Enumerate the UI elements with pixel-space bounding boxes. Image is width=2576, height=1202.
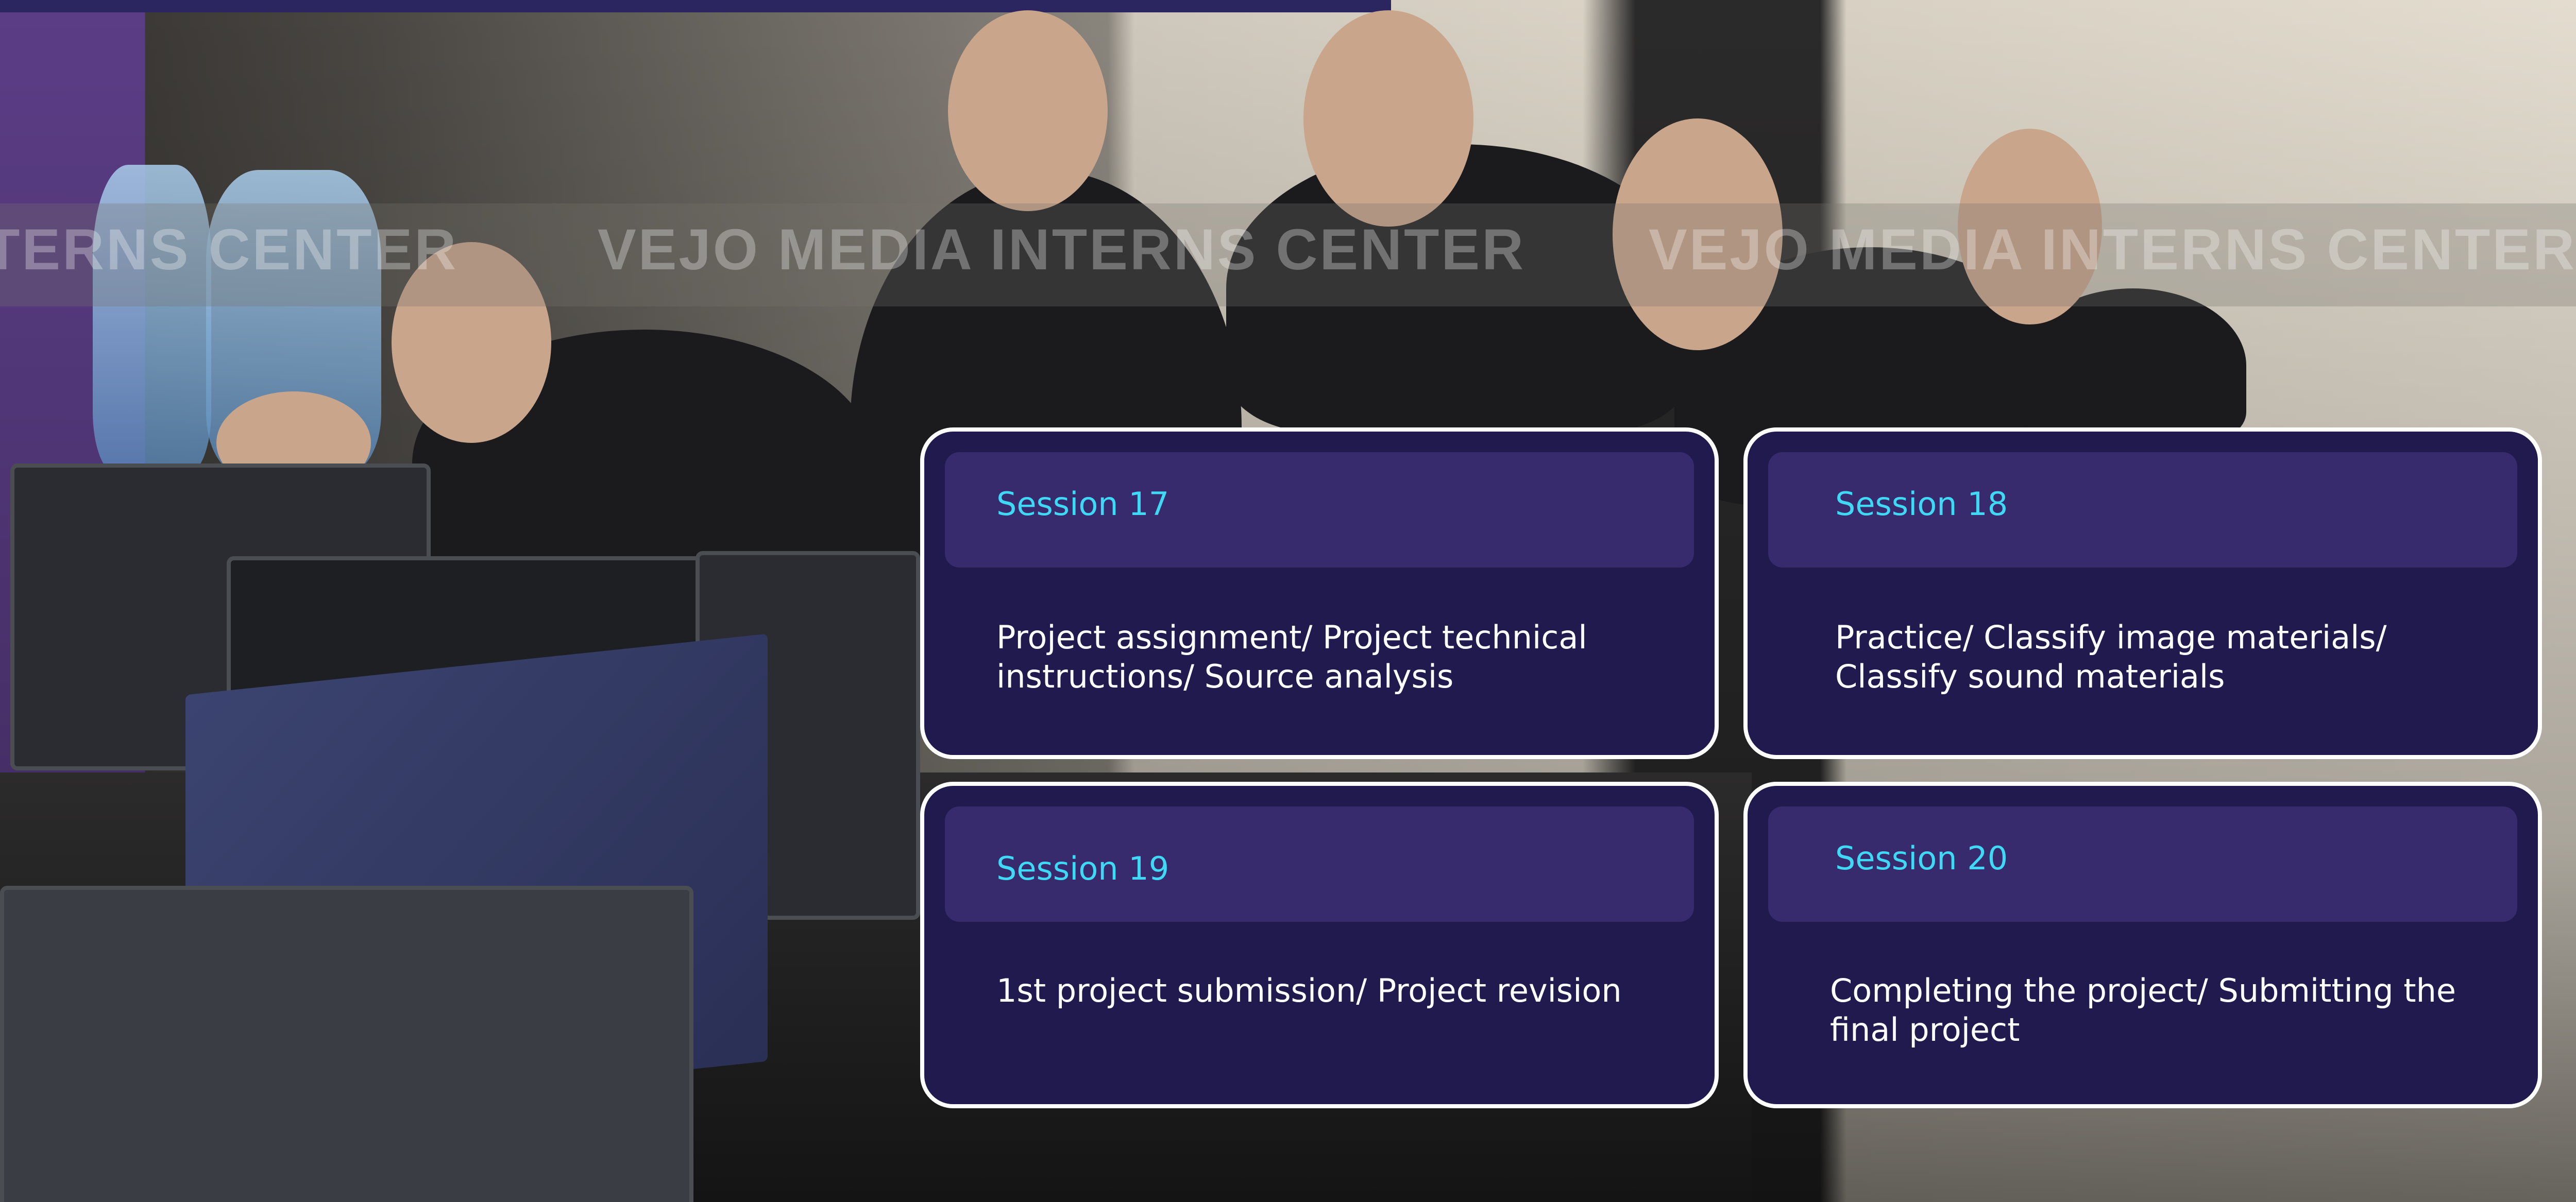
session-card: Session 17 Project assignment/ Project t… [920,427,1719,759]
session-title: Session 18 [1835,485,2008,523]
watermark-text: VEJO MEDIA INTERNS CENTER [1649,217,2576,282]
monitor-image [0,886,693,1202]
watermark-text: VEJO MEDIA INTERNS CENTER [598,217,1526,282]
session-description: Practice/ Classify image materials/ Clas… [1835,619,2387,695]
slide: TERNS CENTER VEJO MEDIA INTERNS CENTER V… [0,0,2576,1202]
session-title: Session 17 [996,485,1170,523]
session-card: Session 18 Practice/ Classify image mate… [1743,427,2542,759]
session-card: Session 20 Completing the project/ Submi… [1743,782,2542,1108]
session-description: 1st project submission/ Project revision [996,972,1622,1009]
top-accent-bar [0,0,1391,12]
session-description: Project assignment/ Project technical in… [996,619,1587,695]
session-card: Session 19 1st project submission/ Proje… [920,782,1719,1108]
session-title: Session 20 [1835,839,2008,877]
watermark-text: TERNS CENTER [0,217,459,282]
session-title: Session 19 [996,850,1170,887]
person-head-image [948,10,1108,211]
session-description: Completing the project/ Submitting the f… [1830,972,2456,1049]
person-head-image [1303,10,1473,227]
